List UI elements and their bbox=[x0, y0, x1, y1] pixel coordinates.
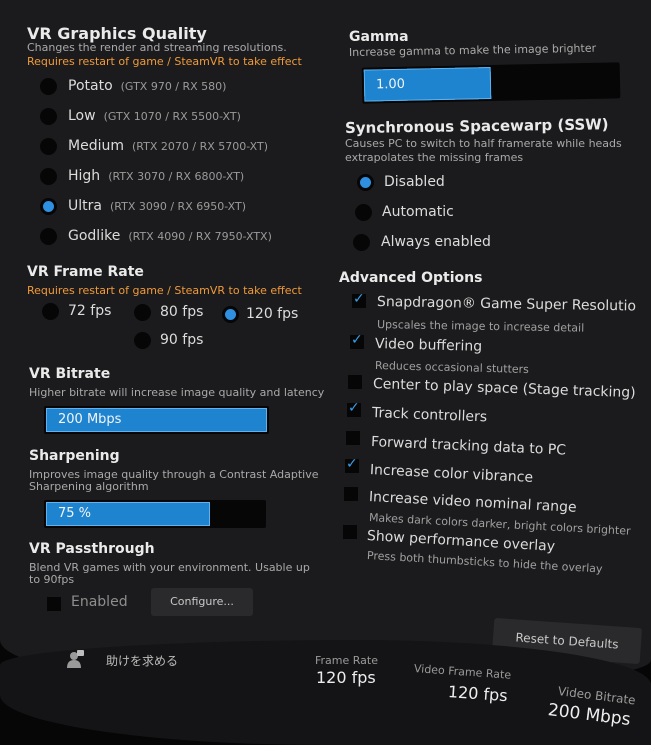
ssw-radio-disabled[interactable] bbox=[357, 174, 374, 191]
settings-panel: VR Graphics Quality Changes the render a… bbox=[0, 0, 651, 690]
passthrough-title: VR Passthrough bbox=[29, 541, 155, 557]
graphics-radio-low[interactable] bbox=[40, 108, 57, 125]
gamma-title: Gamma bbox=[349, 29, 409, 45]
ssw-title: Synchronous Spacewarp (SSW) bbox=[344, 115, 609, 137]
ssw-option-automatic[interactable]: Automatic bbox=[382, 204, 454, 220]
passthrough-enabled-label[interactable]: Enabled bbox=[71, 594, 128, 610]
adv-option-center-play-space[interactable]: Center to play space (Stage tracking) bbox=[373, 376, 636, 401]
ssw-radio-automatic[interactable] bbox=[355, 204, 372, 221]
frame-rate-stat-label: Frame Rate bbox=[315, 654, 378, 667]
help-label[interactable]: 助けを求める bbox=[106, 652, 178, 669]
adv-desc-video-buffering: Reduces occasional stutters bbox=[374, 359, 530, 377]
graphics-quality-desc: Changes the render and streaming resolut… bbox=[27, 41, 287, 54]
frame-rate-warning: Requires restart of game / SteamVR to ta… bbox=[27, 284, 302, 297]
frame-rate-stat-value: 120 fps bbox=[316, 668, 376, 687]
help-icon[interactable] bbox=[66, 650, 84, 668]
graphics-option-potato[interactable]: Potato (GTX 970 / RX 580) bbox=[68, 78, 226, 94]
ssw-option-disabled[interactable]: Disabled bbox=[384, 174, 445, 190]
framerate-radio-90[interactable] bbox=[134, 332, 151, 349]
ssw-desc-line2: extrapolates the missing frames bbox=[345, 151, 524, 164]
ssw-option-always-enabled[interactable]: Always enabled bbox=[381, 234, 491, 250]
gamma-slider[interactable]: 1.00 bbox=[361, 62, 621, 104]
video-frame-rate-stat-value: 120 fps bbox=[447, 682, 509, 706]
graphics-radio-medium[interactable] bbox=[40, 138, 57, 155]
adv-option-track-controllers[interactable]: Track controllers bbox=[372, 405, 488, 425]
graphics-option-low[interactable]: Low (GTX 1070 / RX 5500-XT) bbox=[68, 108, 241, 124]
adv-desc-snapdragon: Upscales the image to increase detail bbox=[376, 318, 585, 335]
bitrate-value: 200 Mbps bbox=[58, 412, 122, 427]
adv-checkbox-nominal-range[interactable] bbox=[344, 487, 358, 501]
adv-checkbox-color-vibrance[interactable] bbox=[345, 456, 359, 473]
graphics-option-medium[interactable]: Medium (RTX 2070 / RX 5700-XT) bbox=[68, 138, 268, 154]
frame-rate-title: VR Frame Rate bbox=[27, 264, 144, 280]
passthrough-desc-line2: to 90fps bbox=[29, 573, 75, 586]
bitrate-title: VR Bitrate bbox=[29, 366, 111, 382]
framerate-option-80[interactable]: 80 fps bbox=[160, 304, 203, 320]
bitrate-desc: Higher bitrate will increase image quali… bbox=[29, 386, 325, 399]
framerate-radio-72[interactable] bbox=[42, 303, 59, 320]
configure-button[interactable]: Configure... bbox=[151, 588, 253, 616]
ssw-desc-line1: Causes PC to switch to half framerate wh… bbox=[345, 137, 622, 150]
sharpening-value: 75 % bbox=[58, 506, 92, 521]
adv-option-color-vibrance[interactable]: Increase color vibrance bbox=[370, 462, 534, 486]
framerate-option-72[interactable]: 72 fps bbox=[68, 303, 111, 319]
advanced-options-title: Advanced Options bbox=[339, 270, 483, 286]
framerate-option-90[interactable]: 90 fps bbox=[160, 332, 203, 348]
framerate-radio-120[interactable] bbox=[222, 306, 239, 323]
framerate-option-120[interactable]: 120 fps bbox=[246, 306, 298, 322]
video-frame-rate-stat-label: Video Frame Rate bbox=[413, 662, 512, 682]
adv-option-snapdragon[interactable]: Snapdragon® Game Super Resolutio bbox=[377, 294, 636, 315]
adv-checkbox-performance-overlay[interactable] bbox=[343, 525, 357, 539]
framerate-radio-80[interactable] bbox=[134, 304, 151, 321]
graphics-option-high[interactable]: High (RTX 3070 / RX 6800-XT) bbox=[68, 168, 244, 184]
sharpening-slider[interactable]: 75 % bbox=[44, 500, 266, 528]
graphics-radio-ultra[interactable] bbox=[40, 198, 57, 215]
bitrate-slider[interactable]: 200 Mbps bbox=[44, 406, 269, 434]
adv-desc-performance-overlay: Press both thumbsticks to hide the overl… bbox=[366, 549, 603, 576]
adv-option-video-buffering[interactable]: Video buffering bbox=[375, 336, 482, 355]
graphics-radio-godlike[interactable] bbox=[40, 228, 57, 245]
adv-checkbox-video-buffering[interactable] bbox=[350, 332, 364, 349]
sharpening-desc-line2: Sharpening algorithm bbox=[29, 480, 149, 493]
graphics-radio-potato[interactable] bbox=[40, 78, 57, 95]
ssw-radio-always[interactable] bbox=[353, 234, 370, 251]
sharpening-title: Sharpening bbox=[29, 448, 120, 464]
adv-checkbox-track-controllers[interactable] bbox=[347, 400, 361, 417]
graphics-quality-warning: Requires restart of game / SteamVR to ta… bbox=[27, 55, 302, 68]
adv-checkbox-snapdragon[interactable] bbox=[352, 291, 366, 308]
graphics-option-ultra[interactable]: Ultra (RTX 3090 / RX 6950-XT) bbox=[68, 198, 246, 214]
graphics-radio-high[interactable] bbox=[40, 168, 57, 185]
passthrough-enabled-checkbox[interactable] bbox=[47, 597, 61, 611]
gamma-value: 1.00 bbox=[375, 76, 406, 93]
status-footer: 助けを求める Frame Rate 120 fps Video Frame Ra… bbox=[0, 640, 651, 745]
adv-option-forward-tracking[interactable]: Forward tracking data to PC bbox=[371, 434, 567, 458]
graphics-option-godlike[interactable]: Godlike (RTX 4090 / RX 7950-XTX) bbox=[68, 228, 272, 244]
adv-checkbox-center-play-space[interactable] bbox=[348, 375, 362, 389]
adv-checkbox-forward-tracking[interactable] bbox=[346, 431, 360, 445]
